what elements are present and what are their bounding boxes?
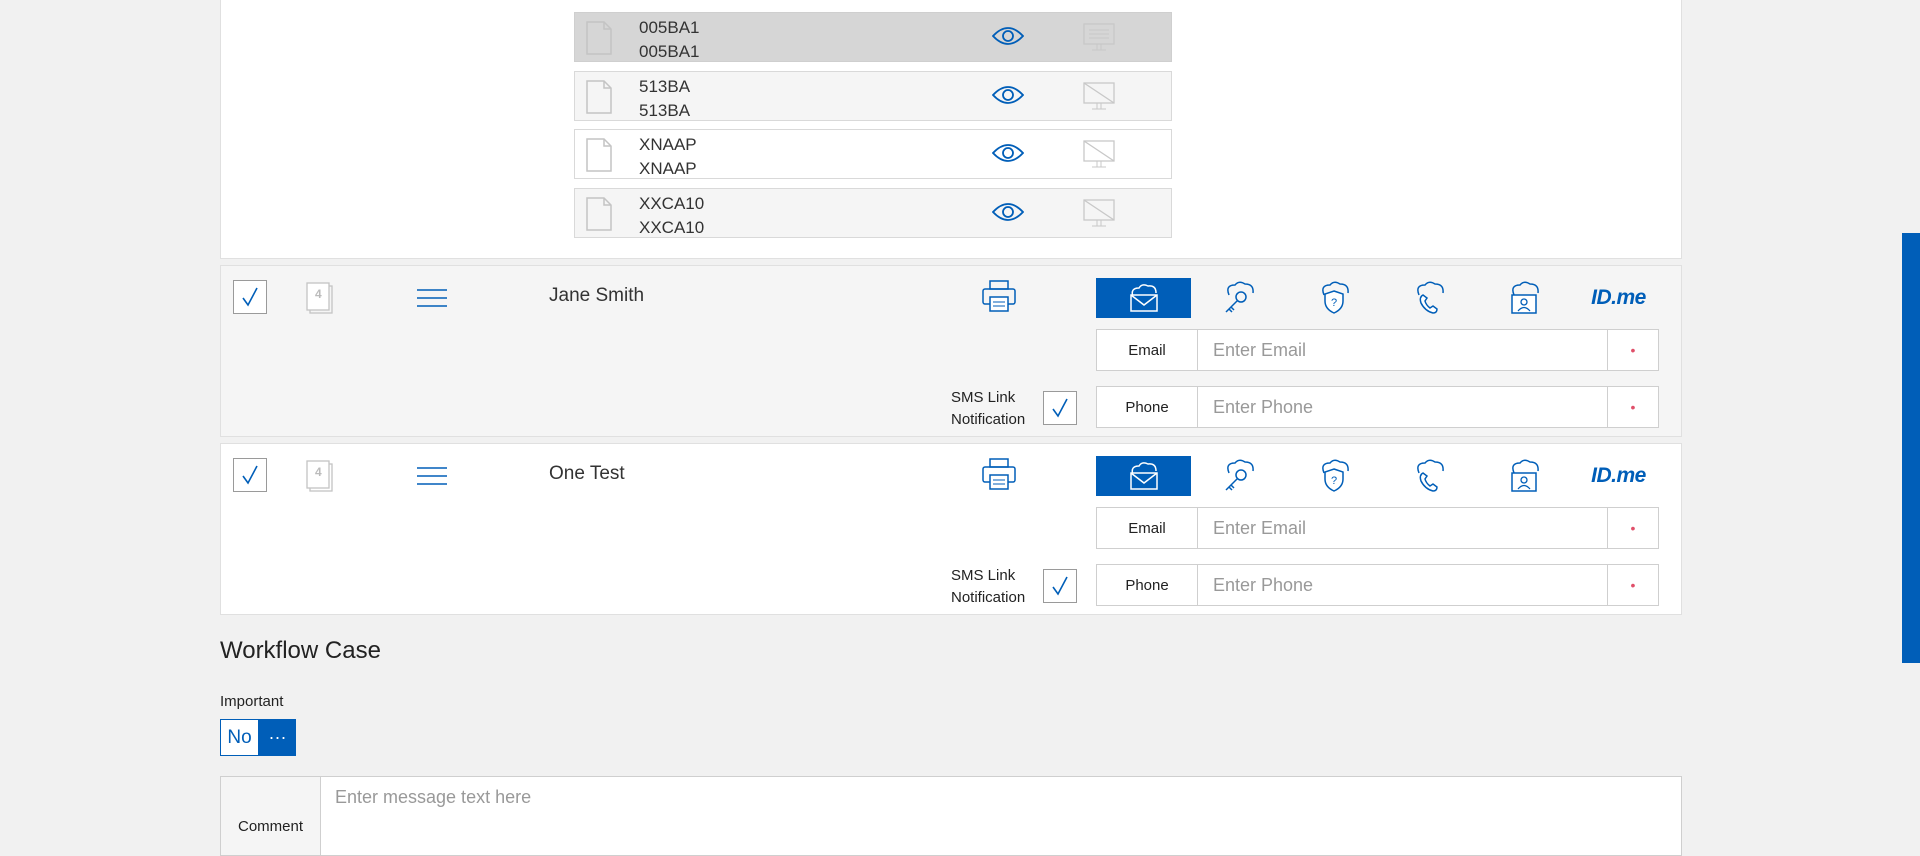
auth-question-button[interactable]: ? bbox=[1286, 278, 1381, 318]
cloud-id-icon bbox=[1510, 281, 1539, 314]
checkmark-icon bbox=[242, 287, 258, 307]
checkmark-icon bbox=[242, 465, 258, 485]
checkmark-icon bbox=[1052, 398, 1068, 418]
recipient-checkbox[interactable] bbox=[233, 280, 267, 314]
recipient-name: One Test bbox=[549, 463, 625, 484]
sms-link-label: SMS Link Notification bbox=[951, 389, 1026, 428]
recipient-panel: 4 One Test ? ID.me Email • SMS LinkNotif… bbox=[220, 443, 1682, 615]
email-field-row: Email • bbox=[1096, 329, 1659, 371]
document-name: XNAAP XNAAP bbox=[639, 135, 697, 178]
auth-question-button[interactable]: ? bbox=[1286, 456, 1381, 496]
phone-input[interactable] bbox=[1198, 387, 1607, 427]
eye-icon[interactable] bbox=[992, 143, 1024, 163]
document-row[interactable]: XNAAP XNAAP bbox=[574, 129, 1172, 179]
shield-question-icon: ? bbox=[1321, 459, 1349, 492]
comment-field: Comment bbox=[220, 776, 1682, 856]
document-row[interactable]: 005BA1 005BA1 bbox=[574, 12, 1172, 62]
recipient-checkbox[interactable] bbox=[233, 458, 267, 492]
scrollbar-thumb[interactable] bbox=[1902, 233, 1920, 663]
svg-text:?: ? bbox=[1330, 475, 1336, 487]
file-icon bbox=[586, 197, 612, 231]
document-row[interactable]: XXCA10 XXCA10 bbox=[574, 188, 1172, 238]
email-cloud-icon bbox=[1129, 284, 1158, 312]
important-label: Important bbox=[220, 693, 284, 710]
email-label: Email bbox=[1097, 508, 1198, 548]
page-count-badge[interactable]: 4 bbox=[305, 459, 335, 498]
auth-email-button[interactable] bbox=[1096, 456, 1191, 496]
auth-phone-button[interactable] bbox=[1381, 456, 1476, 496]
monitor-off-icon[interactable] bbox=[1083, 199, 1115, 229]
hamburger-menu-icon[interactable] bbox=[417, 466, 447, 486]
document-row[interactable]: 513BA 513BA bbox=[574, 71, 1172, 121]
cloud-id-icon bbox=[1510, 459, 1539, 492]
phone-field-row: Phone • bbox=[1096, 564, 1659, 606]
auth-email-button[interactable] bbox=[1096, 278, 1191, 318]
email-input[interactable] bbox=[1198, 330, 1607, 370]
email-field-row: Email • bbox=[1096, 507, 1659, 549]
shield-question-icon: ? bbox=[1321, 281, 1349, 314]
page-count: 4 bbox=[315, 465, 322, 479]
svg-text:?: ? bbox=[1330, 297, 1336, 309]
email-label: Email bbox=[1097, 330, 1198, 370]
important-selector: No ··· bbox=[220, 719, 296, 756]
important-value-button[interactable]: No bbox=[220, 719, 259, 756]
monitor-off-icon[interactable] bbox=[1083, 140, 1115, 170]
document-list-panel: 005BA1 005BA1 513BA 513BA XNAAP XNAAP XXCA1… bbox=[220, 0, 1682, 259]
required-indicator: • bbox=[1607, 565, 1658, 605]
printer-icon[interactable] bbox=[982, 458, 1016, 490]
checkmark-icon bbox=[1052, 576, 1068, 596]
eye-icon[interactable] bbox=[992, 26, 1024, 46]
file-icon bbox=[586, 21, 612, 55]
monitor-off-icon[interactable] bbox=[1083, 82, 1115, 112]
auth-id-button[interactable] bbox=[1476, 456, 1571, 496]
key-icon bbox=[1224, 459, 1254, 491]
comment-input[interactable] bbox=[321, 777, 1681, 855]
idme-logo: ID.me bbox=[1591, 286, 1646, 309]
idme-logo: ID.me bbox=[1591, 464, 1646, 487]
hamburger-menu-icon[interactable] bbox=[417, 288, 447, 308]
file-icon bbox=[586, 138, 612, 172]
auth-key-button[interactable] bbox=[1191, 278, 1286, 318]
required-indicator: • bbox=[1607, 330, 1658, 370]
document-name: 005BA1 005BA1 bbox=[639, 18, 700, 61]
printer-icon[interactable] bbox=[982, 280, 1016, 312]
phone-icon bbox=[1416, 459, 1444, 492]
sms-notification-checkbox[interactable] bbox=[1043, 569, 1077, 603]
monitor-list-icon[interactable] bbox=[1083, 23, 1115, 53]
auth-id-button[interactable] bbox=[1476, 278, 1571, 318]
eye-icon[interactable] bbox=[992, 202, 1024, 222]
phone-label: Phone bbox=[1097, 387, 1198, 427]
sms-notification-checkbox[interactable] bbox=[1043, 391, 1077, 425]
phone-label: Phone bbox=[1097, 565, 1198, 605]
auth-key-button[interactable] bbox=[1191, 456, 1286, 496]
auth-idme-button[interactable]: ID.me bbox=[1571, 278, 1666, 318]
page-count: 4 bbox=[315, 287, 322, 301]
auth-idme-button[interactable]: ID.me bbox=[1571, 456, 1666, 496]
phone-field-row: Phone • bbox=[1096, 386, 1659, 428]
recipient-panel: 4 Jane Smith ? ID.me Email • SMS LinkNot… bbox=[220, 265, 1682, 437]
document-name: 513BA 513BA bbox=[639, 77, 691, 120]
document-name: XXCA10 XXCA10 bbox=[639, 194, 705, 237]
page-count-badge[interactable]: 4 bbox=[305, 281, 335, 320]
auth-phone-button[interactable] bbox=[1381, 278, 1476, 318]
email-cloud-icon bbox=[1129, 462, 1158, 490]
eye-icon[interactable] bbox=[992, 85, 1024, 105]
workflow-case-title: Workflow Case bbox=[220, 637, 381, 664]
file-icon bbox=[586, 80, 612, 114]
recipient-name: Jane Smith bbox=[549, 285, 645, 306]
required-indicator: • bbox=[1607, 508, 1658, 548]
phone-icon bbox=[1416, 281, 1444, 314]
email-input[interactable] bbox=[1198, 508, 1607, 548]
comment-label: Comment bbox=[221, 777, 321, 855]
phone-input[interactable] bbox=[1198, 565, 1607, 605]
required-indicator: • bbox=[1607, 387, 1658, 427]
key-icon bbox=[1224, 281, 1254, 313]
sms-link-label: SMS Link Notification bbox=[951, 567, 1026, 606]
important-options-button[interactable]: ··· bbox=[259, 719, 296, 756]
